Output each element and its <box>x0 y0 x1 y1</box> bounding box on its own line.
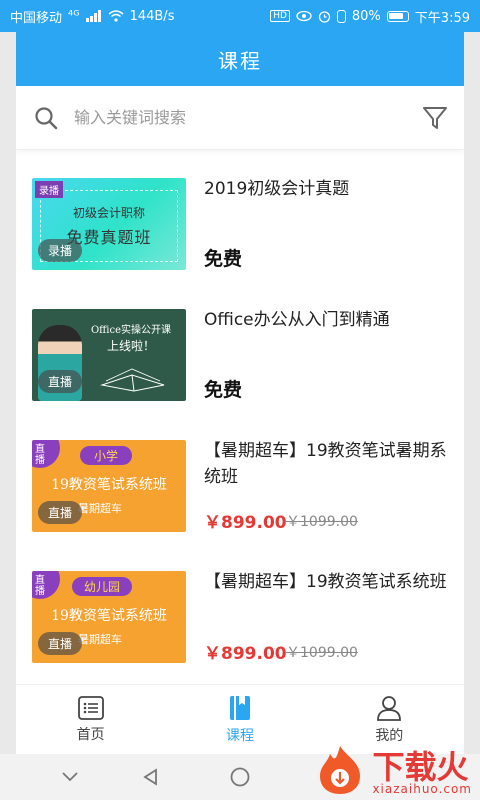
course-thumbnail[interactable]: Office实操公开课 上线啦！ 直播 <box>32 309 186 401</box>
format-badge: 直播 <box>38 501 83 524</box>
thumb-line2: 暑期超车 <box>78 502 122 515</box>
thumb-line2: 上线啦！ <box>106 339 155 353</box>
sys-hide-button[interactable] <box>0 771 140 783</box>
chevron-down-icon <box>62 772 78 782</box>
format-badge: 直播 <box>38 632 83 655</box>
eye-icon <box>296 10 312 22</box>
thumb-line1: 19教资笔试系统班 <box>51 477 167 493</box>
nav-home[interactable]: 首页 <box>16 685 165 754</box>
carrier-label: 中国移动 <box>10 10 63 26</box>
watermark-text: 下载火 <box>372 748 469 786</box>
watermark-logo: 下载火 xiazaihuo.com <box>316 744 472 796</box>
course-title[interactable]: 【暑期超车】19教资笔试系统班 <box>204 569 448 595</box>
nav-home-label: 首页 <box>76 727 105 743</box>
format-badge: 直播 <box>38 370 83 393</box>
course-thumbnail[interactable]: 录播 初级会计职称 免费真题班 录播 <box>32 178 186 270</box>
thumb-tag: 直播 <box>35 575 45 597</box>
nav-courses[interactable]: 课程 <box>165 685 314 754</box>
wifi-icon <box>108 10 124 22</box>
status-bar: 中国移动 ⁴ᴳ 144B/s HD 80% 下午3:59 <box>0 0 480 32</box>
sys-back-button[interactable] <box>140 768 160 786</box>
course-price: ￥899.00 <box>204 513 287 533</box>
thumb-line1: Office实操公开课 <box>90 325 172 336</box>
course-item[interactable]: Office实操公开课 上线啦！ 直播 Office办公从入门到精通 免费 <box>16 281 464 412</box>
nav-courses-label: 课程 <box>225 728 254 744</box>
app-bar: 课程 <box>16 32 464 86</box>
course-title[interactable]: Office办公从入门到精通 <box>204 307 448 333</box>
thumb-pill: 小学 <box>80 446 133 465</box>
page-title: 课程 <box>218 48 262 73</box>
course-price-free: 免费 <box>204 379 243 401</box>
app-window: 课程 录播 初级会计职称 免费真题班 录播 2019初级会计真题 免费 <box>16 32 464 754</box>
format-badge: 录播 <box>38 239 83 262</box>
book-icon <box>229 696 250 720</box>
course-original-price: ￥1099.00 <box>286 645 358 661</box>
course-title[interactable]: 【暑期超车】19教资笔试暑期系统班 <box>204 438 448 490</box>
battery-icon <box>386 10 409 22</box>
sys-home-button[interactable] <box>160 767 320 787</box>
thumb-pill: 幼儿园 <box>72 577 133 596</box>
flame-icon <box>320 746 361 794</box>
search-icon[interactable] <box>34 106 58 130</box>
signal-icon <box>85 10 101 22</box>
course-price-free: 免费 <box>204 248 243 270</box>
thumb-line1: 初级会计职称 <box>72 206 145 220</box>
course-price: ￥899.00 <box>204 644 287 664</box>
course-thumbnail[interactable]: 直播 小学 19教资笔试系统班 暑期超车 直播 <box>32 440 186 532</box>
user-icon <box>377 696 402 721</box>
hd-icon: HD <box>270 10 290 22</box>
battery-level: 80% <box>351 8 381 24</box>
signal-indicator: ⁴ᴳ <box>68 8 80 24</box>
watermark-url: xiazaihuo.com <box>372 782 472 796</box>
network-speed: 144B/s <box>129 8 175 24</box>
filter-icon[interactable] <box>422 105 448 131</box>
thumb-line1: 19教资笔试系统班 <box>51 608 167 624</box>
nav-mine-label: 我的 <box>375 728 404 744</box>
thumb-line2: 暑期超车 <box>78 633 122 646</box>
course-title[interactable]: 2019初级会计真题 <box>204 176 448 202</box>
search-input[interactable] <box>72 107 422 128</box>
back-triangle-icon <box>143 768 157 786</box>
course-item[interactable]: 直播 小学 19教资笔试系统班 暑期超车 直播 【暑期超车】19教资笔试暑期系统… <box>16 412 464 543</box>
course-item[interactable]: 录播 初级会计职称 免费真题班 录播 2019初级会计真题 免费 <box>16 150 464 281</box>
course-thumbnail[interactable]: 直播 幼儿园 19教资笔试系统班 暑期超车 直播 <box>32 571 186 663</box>
course-item[interactable]: 直播 幼儿园 19教资笔试系统班 暑期超车 直播 【暑期超车】19教资笔试系统班… <box>16 543 464 674</box>
clock: 下午3:59 <box>414 10 470 26</box>
thumb-tag: 直播 <box>35 444 45 466</box>
thumb-tag: 录播 <box>35 181 63 198</box>
home-circle-icon <box>230 767 250 787</box>
list-icon <box>77 696 104 720</box>
alarm-icon <box>318 10 331 23</box>
vibrate-icon <box>336 9 346 23</box>
book-sketch-icon <box>100 368 165 392</box>
course-original-price: ￥1099.00 <box>286 514 358 530</box>
course-list: 录播 初级会计职称 免费真题班 录播 2019初级会计真题 免费 Office实… <box>16 150 464 686</box>
search-bar <box>16 86 464 150</box>
